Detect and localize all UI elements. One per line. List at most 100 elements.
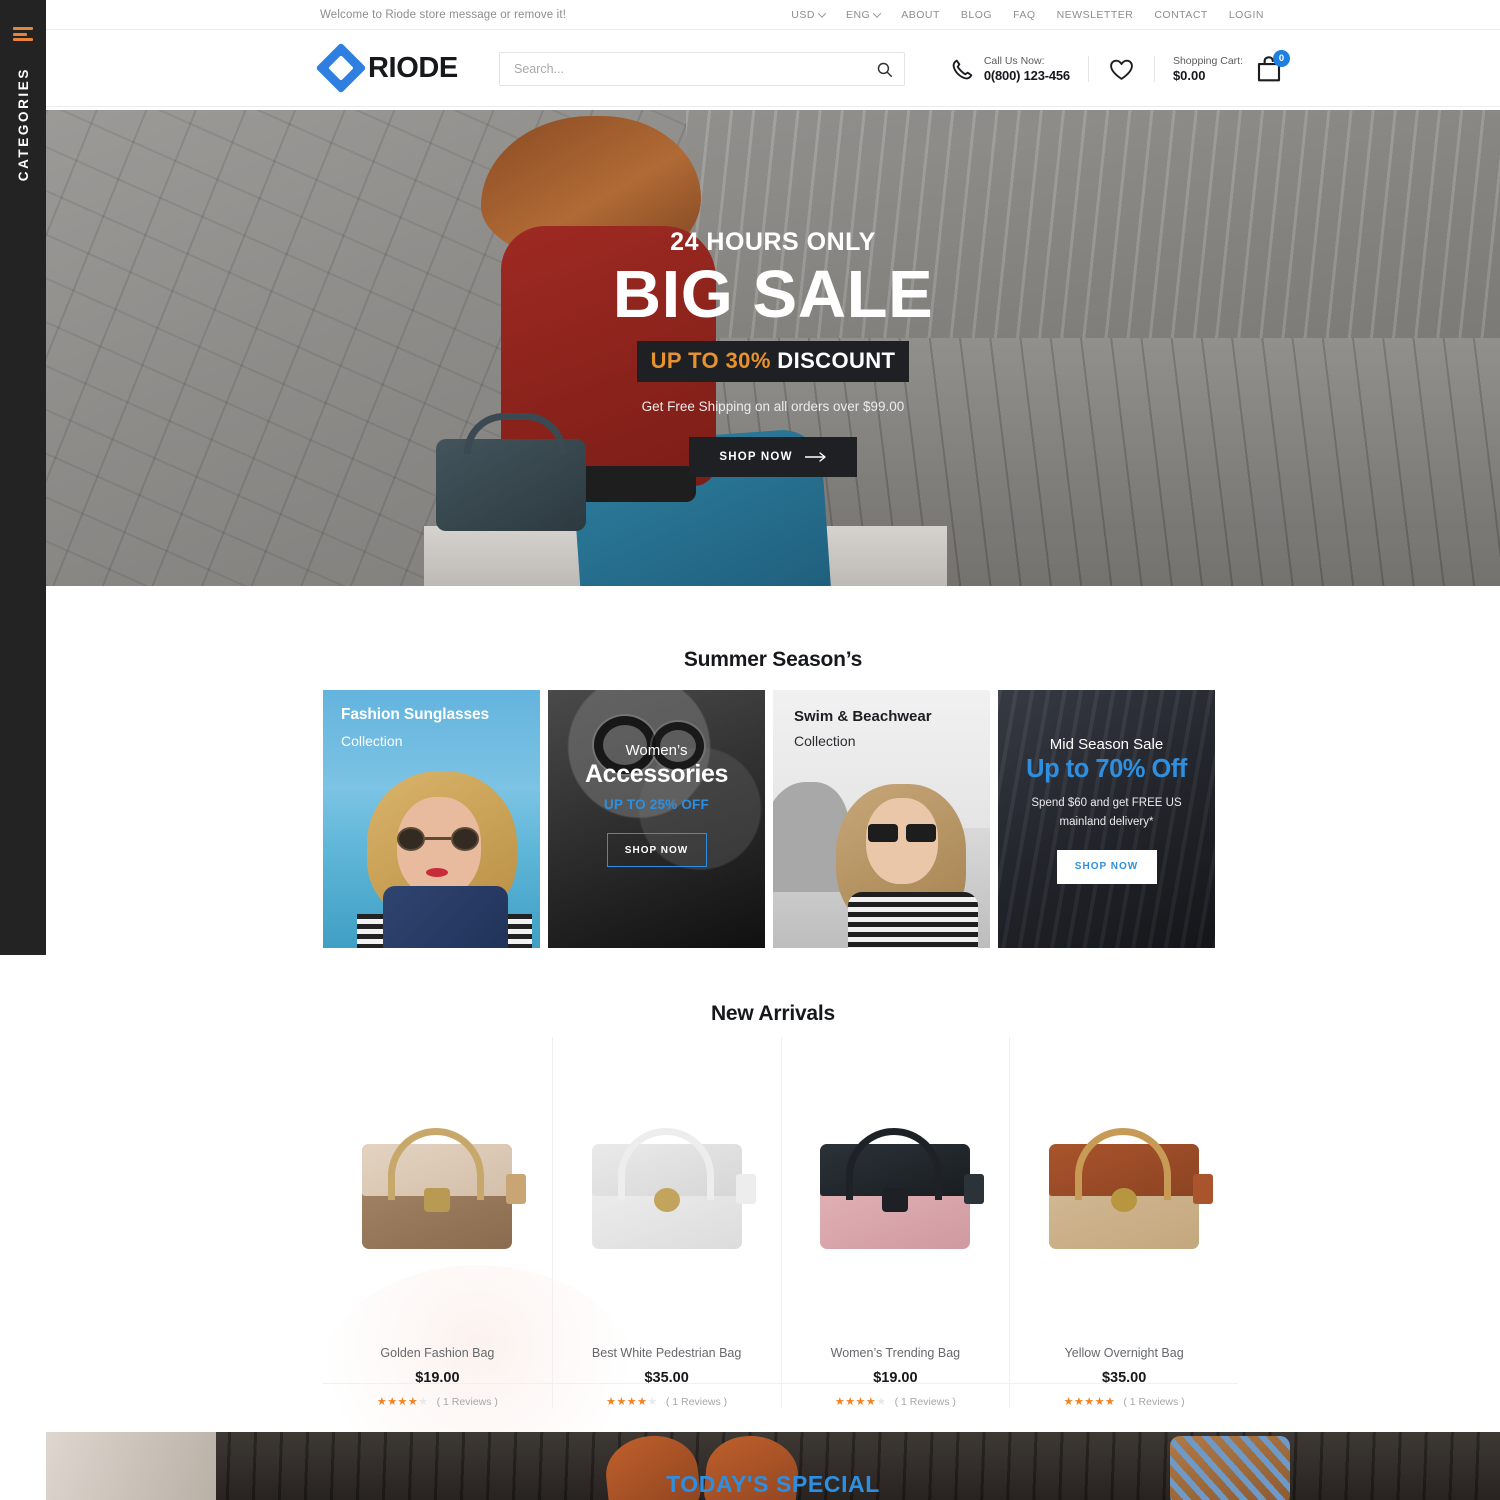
topnav-usd[interactable]: USD	[791, 8, 827, 21]
product-rating: ★★★★★★★★★★ ( 1 Reviews )	[1010, 1395, 1238, 1409]
logo[interactable]: RIODE	[315, 42, 458, 94]
summer-cards: Fashion Sunglasses Collection Women’s Ac…	[323, 690, 1215, 948]
product-image	[782, 1089, 1010, 1304]
search-icon	[877, 62, 892, 77]
product-name: Women’s Trending Bag	[830, 1346, 961, 1360]
cart-icon-wrap[interactable]: 0	[1254, 50, 1290, 84]
call-number: 0(800) 123-456	[983, 68, 1070, 84]
card2-title: Accessories	[585, 760, 728, 788]
arrivals-title: New Arrivals	[710, 1002, 836, 1025]
product-name: Yellow Overnight Bag	[1064, 1346, 1184, 1360]
card2-shop-now-button[interactable]: SHOP NOW	[606, 833, 707, 867]
special-title: TODAY'S SPECIAL	[666, 1471, 880, 1497]
hero-copy: 24 HOURS ONLY BIG SALE UP TO 30% DISCOUN…	[46, 228, 1500, 478]
card4-title: Up to 70% Off	[1026, 755, 1187, 783]
category-card-mid-season-sale[interactable]: Mid Season Sale Up to 70% Off Spend $60 …	[998, 690, 1215, 948]
category-card-swim-beachwear[interactable]: Swim & Beachwear Collection	[773, 690, 990, 948]
hero-banner[interactable]: 24 HOURS ONLY BIG SALE UP TO 30% DISCOUN…	[46, 110, 1500, 586]
card4-desc: Spend $60 and get FREE US mainland deliv…	[998, 794, 1215, 832]
product-grid: Golden Fashion Bag $19.00 ★★★★★★★★★★ ( 1…	[323, 1037, 1238, 1408]
product-card[interactable]: Women’s Trending Bag $19.00 ★★★★★★★★★★ (…	[780, 1037, 1010, 1409]
handbag-icon	[591, 1128, 756, 1249]
wishlist-button[interactable]	[1089, 58, 1154, 81]
top-bar-nav: USD ENG ABOUT BLOG FAQ NEWSLETTER CONTAC…	[791, 9, 1264, 21]
product-rating: ★★★★★★★★★★ ( 1 Reviews )	[323, 1395, 552, 1409]
product-reviews: ( 1 Reviews )	[1123, 1395, 1185, 1408]
product-card[interactable]: Best White Pedestrian Bag $35.00 ★★★★★ ★★…	[551, 1037, 781, 1409]
call-us-block[interactable]: Call Us Now: 0(800) 123-456	[950, 55, 1088, 83]
product-name: Best White Pedestrian Bag	[591, 1346, 742, 1360]
hero-shop-now-button[interactable]: SHOP NOW	[689, 437, 857, 478]
top-bar: Welcome to Riode store message or remove…	[46, 0, 1500, 30]
phone-icon	[952, 59, 973, 79]
handbag-icon	[820, 1128, 985, 1249]
cart-label: Shopping Cart:	[1172, 54, 1243, 67]
topnav-eng-label: ENG	[845, 8, 871, 21]
card4-eyebrow: Mid Season Sale	[1049, 736, 1164, 753]
summer-section-header: Summer Season’s	[46, 648, 1500, 672]
product-name: Golden Fashion Bag	[380, 1346, 495, 1360]
card1-subtitle: Collection	[341, 733, 403, 749]
hero-discount-post: DISCOUNT	[770, 348, 896, 374]
topnav-usd-label: USD	[791, 8, 815, 21]
hamburger-icon[interactable]	[13, 27, 33, 41]
summer-title: Summer Season’s	[683, 648, 863, 671]
category-card-sunglasses[interactable]: Fashion Sunglasses Collection	[323, 690, 540, 948]
chevron-down-icon	[872, 8, 882, 18]
star-rating-icon: ★★★★★★★★★★	[1063, 1396, 1116, 1408]
header-actions: Call Us Now: 0(800) 123-456 Shopping Car…	[950, 50, 1290, 88]
cart-total: $0.00	[1172, 68, 1206, 84]
todays-special-banner[interactable]: TODAY'S SPECIAL	[46, 1432, 1500, 1500]
handbag-icon	[1049, 1128, 1214, 1249]
card3-subtitle: Collection	[794, 733, 856, 749]
card4-shop-now-button[interactable]: SHOP NOW	[1056, 849, 1157, 884]
product-image	[553, 1089, 781, 1304]
site-header: RIODE Call Us Now: 0(800) 123-456	[46, 30, 1500, 107]
card2-eyebrow: Women’s	[625, 742, 688, 759]
topnav-newsletter[interactable]: NEWSLETTER	[1057, 9, 1134, 21]
logo-text: RIODE	[368, 51, 458, 84]
star-rating-icon: ★★★★★★★★★★	[376, 1396, 429, 1408]
arrivals-divider	[323, 1383, 1238, 1384]
search-button[interactable]	[864, 53, 904, 85]
product-card[interactable]: Yellow Overnight Bag $35.00 ★★★★★ ★★★★★ (…	[1009, 1037, 1238, 1408]
hero-discount-value: 30%	[725, 348, 771, 374]
search-bar[interactable]	[499, 52, 905, 86]
topnav-eng[interactable]: ENG	[845, 8, 882, 21]
heart-icon	[1110, 59, 1133, 80]
product-image	[1010, 1089, 1238, 1304]
topnav-faq[interactable]: FAQ	[1013, 9, 1036, 21]
topnav-contact[interactable]: CONTACT	[1154, 9, 1207, 21]
product-rating: ★★★★★★★★★★ ( 1 Reviews )	[553, 1395, 781, 1409]
arrivals-section-header: New Arrivals	[46, 1002, 1500, 1026]
card1-title: Fashion Sunglasses	[341, 706, 490, 723]
beach-model-image	[830, 778, 980, 948]
categories-label: CATEGORIES	[15, 67, 31, 182]
hero-cta-label: SHOP NOW	[719, 451, 793, 464]
topnav-login[interactable]: LOGIN	[1229, 9, 1264, 21]
hero-discount-pre: UP TO	[650, 348, 726, 374]
card3-title: Swim & Beachwear	[794, 708, 932, 725]
cart-button[interactable]: Shopping Cart: $0.00 0	[1155, 50, 1290, 84]
hero-kicker: 24 HOURS ONLY	[670, 228, 876, 256]
hero-discount-badge: UP TO 30% DISCOUNT	[636, 341, 910, 383]
star-rating-icon: ★★★★★★★★★★	[834, 1396, 887, 1408]
welcome-message: Welcome to Riode store message or remove…	[320, 8, 567, 21]
product-card[interactable]: Golden Fashion Bag $19.00 ★★★★★★★★★★ ( 1…	[323, 1037, 552, 1408]
topnav-about[interactable]: ABOUT	[901, 9, 940, 21]
diamond-logo-icon	[315, 42, 367, 94]
topnav-blog[interactable]: BLOG	[961, 9, 992, 21]
arrow-right-icon	[804, 452, 826, 463]
search-input[interactable]	[500, 62, 864, 76]
hero-headline: BIG SALE	[612, 257, 934, 332]
categories-sidebar[interactable]: CATEGORIES	[0, 0, 46, 955]
category-card-accessories[interactable]: Women’s Accessories UP TO 25% OFF SHOP N…	[548, 690, 765, 948]
card4-desc-line1: Spend $60 and get FREE US	[1031, 797, 1182, 809]
card4-desc-line2: mainland delivery*	[1059, 815, 1154, 828]
chevron-down-icon	[817, 8, 827, 18]
star-rating-icon: ★★★★★★★★★★	[606, 1396, 658, 1408]
product-rating: ★★★★★★★★★★ ( 1 Reviews )	[782, 1395, 1010, 1409]
storefront-page: CATEGORIES Welcome to Riode store messag…	[0, 0, 1500, 1500]
handbag-icon	[362, 1128, 527, 1249]
sunglasses-model-image	[357, 763, 532, 948]
